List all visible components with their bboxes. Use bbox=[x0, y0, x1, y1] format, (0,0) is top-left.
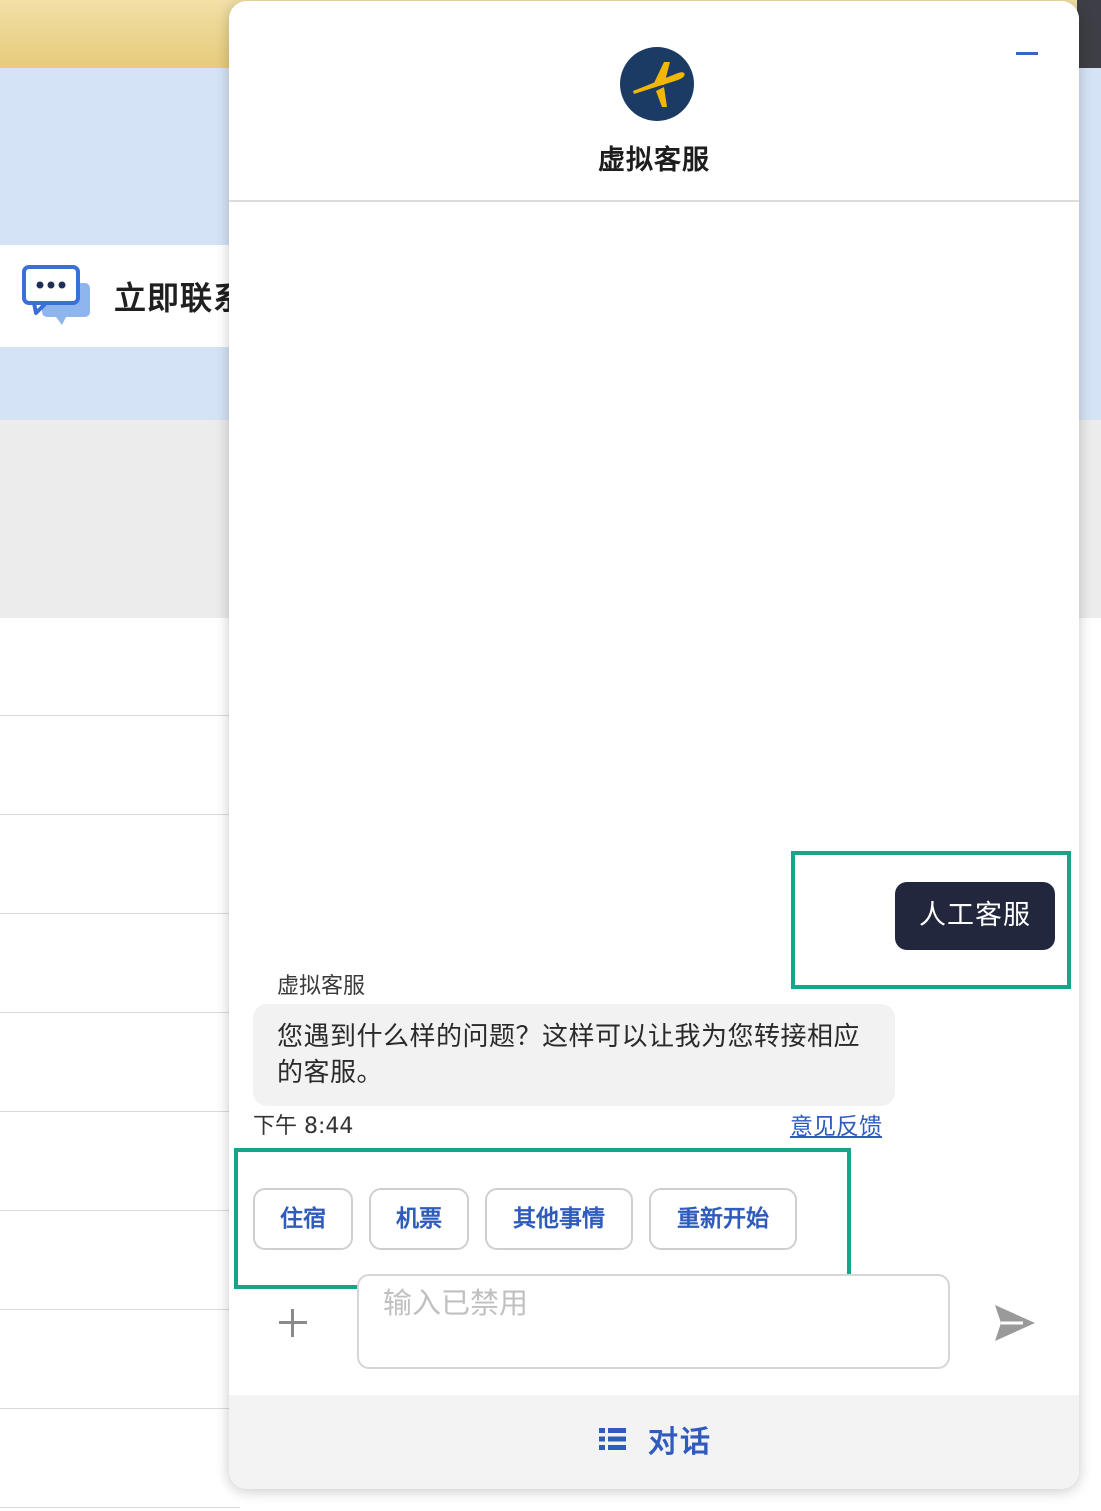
list-divider bbox=[0, 715, 240, 716]
list-divider bbox=[0, 1111, 240, 1112]
tab-conversation[interactable]: 对话 bbox=[599, 1419, 712, 1460]
minimize-icon[interactable] bbox=[1016, 52, 1038, 55]
chat-bubbles-icon bbox=[22, 265, 90, 325]
message-input[interactable] bbox=[359, 1276, 948, 1367]
feedback-link[interactable]: 意见反馈 bbox=[790, 1107, 882, 1141]
chat-title: 虚拟客服 bbox=[598, 145, 710, 176]
list-divider bbox=[0, 913, 240, 914]
send-icon[interactable] bbox=[993, 1303, 1037, 1343]
add-attachment-button[interactable] bbox=[277, 1307, 309, 1339]
quick-reply-other[interactable]: 其他事情 bbox=[485, 1188, 633, 1250]
list-divider bbox=[0, 1507, 240, 1508]
chat-footer: 对话 bbox=[229, 1395, 1079, 1489]
plane-logo-icon bbox=[620, 47, 694, 121]
list-divider bbox=[0, 1210, 240, 1211]
chat-header: 虚拟客服 bbox=[229, 1, 1079, 202]
contact-now-label[interactable]: 立即联系 bbox=[114, 273, 246, 319]
list-divider bbox=[0, 1012, 240, 1013]
list-divider bbox=[0, 814, 240, 815]
quick-reply-lodging[interactable]: 住宿 bbox=[253, 1188, 353, 1250]
bot-message-bubble: 您遇到什么样的问题？这样可以让我为您转接相应的客服。 bbox=[253, 1004, 895, 1106]
list-icon bbox=[599, 1428, 626, 1450]
bot-name: 虚拟客服 bbox=[277, 974, 366, 999]
message-input-container bbox=[357, 1274, 950, 1369]
list-divider bbox=[0, 1408, 240, 1409]
banner-edge bbox=[1077, 0, 1101, 68]
message-timestamp: 下午 8:44 bbox=[253, 1114, 354, 1139]
tab-conversation-label: 对话 bbox=[648, 1425, 712, 1460]
quick-reply-restart[interactable]: 重新开始 bbox=[649, 1188, 797, 1250]
chat-widget: 虚拟客服 人工客服 虚拟客服 您遇到什么样的问题？这样可以让我为您转接相应的客服… bbox=[229, 1, 1079, 1489]
background-list bbox=[0, 618, 240, 1511]
list-divider bbox=[0, 1309, 240, 1310]
quick-reply-flights[interactable]: 机票 bbox=[369, 1188, 469, 1250]
user-message-bubble: 人工客服 bbox=[895, 882, 1055, 950]
